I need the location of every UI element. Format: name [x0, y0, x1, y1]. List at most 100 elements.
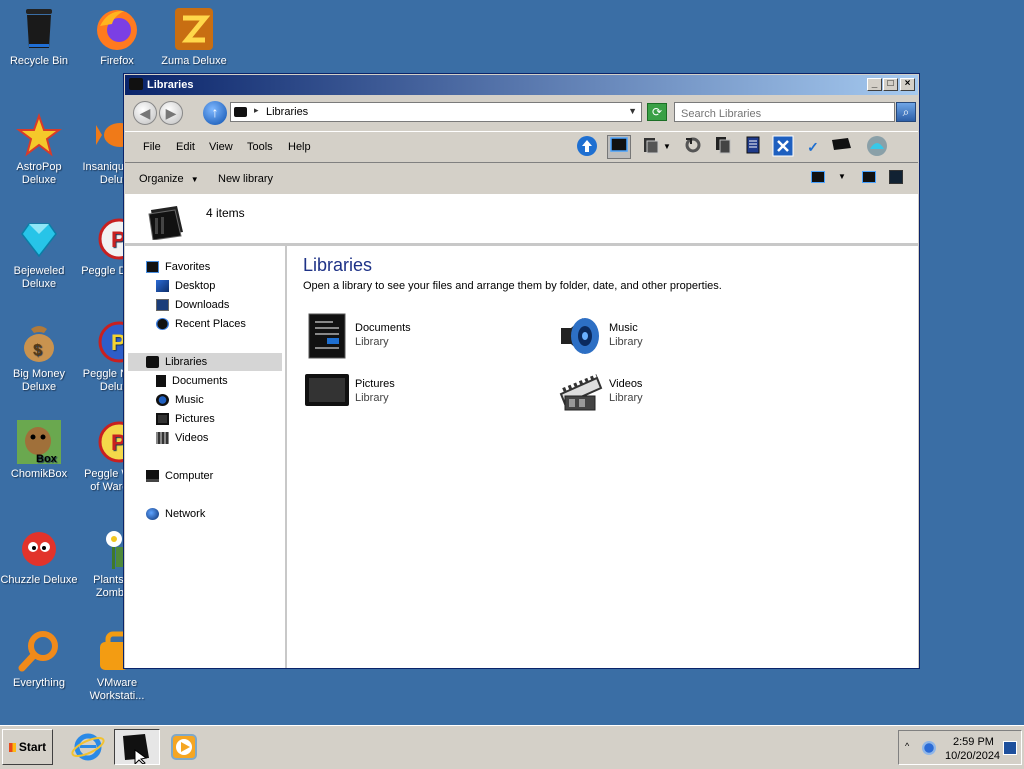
nav-network[interactable]: Network: [146, 505, 205, 523]
start-button[interactable]: Start: [2, 729, 53, 765]
nav-label: Videos: [175, 432, 209, 444]
search-icon[interactable]: ⌕: [896, 102, 916, 122]
close-button[interactable]: ×: [900, 78, 915, 91]
desktop-icon-chuzzle[interactable]: Chuzzle Deluxe: [0, 525, 78, 587]
nav-documents[interactable]: Documents: [156, 372, 228, 390]
up-folder-icon[interactable]: [575, 135, 599, 159]
taskbar-explorer-libraries[interactable]: [114, 729, 160, 766]
desktop-icon-label: AstroPop Deluxe: [16, 161, 62, 186]
nav-music[interactable]: Music: [156, 391, 204, 409]
taskbar-media-player[interactable]: [166, 729, 206, 765]
library-item-pictures[interactable]: Pictures Library: [303, 368, 553, 416]
desktop-icon-bejeweled[interactable]: Bejeweled Deluxe: [0, 216, 78, 291]
desktop-icon-label: Zuma Deluxe: [161, 55, 227, 67]
dropdown-arrow-icon[interactable]: ▼: [661, 135, 673, 159]
refresh-button[interactable]: ⟳: [647, 103, 667, 121]
everything-icon: [16, 628, 62, 674]
downloads-icon: [156, 299, 169, 312]
checkmark-icon[interactable]: ✓: [801, 135, 825, 159]
show-hidden-icons-chevron[interactable]: ^: [905, 741, 909, 751]
nav-favorites[interactable]: Favorites: [146, 258, 210, 276]
details-bar: 4 items: [125, 194, 918, 246]
change-view-icon[interactable]: [811, 171, 825, 183]
chuzzle-icon: [16, 525, 62, 571]
nav-pictures[interactable]: Pictures: [156, 410, 215, 428]
library-type: Library: [355, 392, 389, 404]
libraries-icon: [123, 734, 149, 766]
cut-icon[interactable]: [639, 135, 663, 159]
back-button[interactable]: ◀: [133, 101, 157, 125]
nav-libraries[interactable]: Libraries: [128, 353, 282, 371]
new-library-button[interactable]: New library: [218, 173, 273, 185]
desktop-icon-label: VMware Workstati...: [89, 677, 145, 702]
start-label: Start: [18, 740, 47, 754]
desktop-icon-chomikbox[interactable]: Box ChomikBox: [0, 419, 78, 481]
library-item-videos[interactable]: Videos Library: [557, 368, 807, 416]
copy-icon[interactable]: [711, 135, 735, 159]
nav-videos[interactable]: Videos: [156, 429, 208, 447]
command-bar: Organize ▼ New library ▼: [125, 163, 918, 193]
clock-time[interactable]: 2:59 PM: [953, 736, 994, 748]
star-icon: [146, 261, 159, 274]
menu-edit[interactable]: Edit: [176, 141, 195, 153]
notification-icon[interactable]: [1003, 741, 1017, 755]
libraries-icon: [147, 204, 187, 241]
preview-pane-icon[interactable]: [862, 171, 876, 183]
menu-view[interactable]: View: [209, 141, 233, 153]
network-tray-icon[interactable]: [922, 741, 936, 755]
nav-computer[interactable]: Computer: [146, 467, 213, 485]
videos-library-icon: [557, 368, 605, 414]
shell-icon[interactable]: [865, 135, 889, 159]
desktop-icon-astropop[interactable]: AstroPop Deluxe: [0, 112, 78, 187]
menu-tools[interactable]: Tools: [247, 141, 273, 153]
menu-file[interactable]: File: [143, 141, 161, 153]
properties-icon[interactable]: [829, 135, 853, 159]
organize-button[interactable]: Organize ▼: [139, 173, 199, 185]
chevron-down-icon: ▼: [190, 175, 199, 184]
desktop-icon-firefox[interactable]: Firefox: [78, 6, 156, 68]
network-icon: [146, 508, 159, 521]
minimize-button[interactable]: _: [867, 78, 882, 91]
documents-icon: [156, 375, 166, 388]
library-type: Library: [609, 392, 643, 404]
svg-text:$: $: [33, 342, 42, 359]
view-pane-icon[interactable]: [607, 135, 631, 159]
menu-bar: File Edit View Tools Help ▼ ✓: [125, 131, 918, 163]
forward-button[interactable]: ▶: [159, 101, 183, 125]
sync-icon[interactable]: [681, 135, 705, 159]
desktop-icon-label: Big Money Deluxe: [13, 368, 65, 393]
search-input[interactable]: [674, 102, 895, 122]
address-path[interactable]: Libraries: [266, 106, 308, 118]
zuma-icon: [171, 6, 217, 52]
content-heading: Libraries: [303, 255, 373, 275]
maximize-button[interactable]: □: [883, 78, 898, 91]
documents-library-icon: [303, 312, 351, 359]
nav-downloads[interactable]: Downloads: [156, 296, 229, 314]
help-icon[interactable]: [889, 170, 903, 184]
desktop-icon-recycle-bin[interactable]: Recycle Bin: [0, 6, 78, 68]
view-options-chevron-icon[interactable]: ▼: [838, 172, 846, 181]
menu-help[interactable]: Help: [288, 141, 311, 153]
libraries-icon: [146, 356, 159, 369]
address-dropdown-icon[interactable]: ▼: [628, 106, 637, 116]
breadcrumb-arrow-icon[interactable]: ▸: [254, 105, 259, 116]
explorer-window: Libraries _ □ × ◀ ▶ ↑ ▸ Libraries ▼ ⟳ ⌕ …: [123, 73, 920, 669]
nav-desktop[interactable]: Desktop: [156, 277, 215, 295]
taskbar-internet-explorer[interactable]: [68, 729, 108, 765]
nav-label: Pictures: [175, 413, 215, 425]
window-title: Libraries: [147, 79, 194, 91]
paste-icon[interactable]: [741, 135, 765, 159]
desktop-icon-zuma[interactable]: Zuma Deluxe: [155, 6, 233, 68]
clock-date[interactable]: 10/20/2024: [945, 750, 1000, 762]
library-item-documents[interactable]: Documents Library: [303, 312, 553, 360]
nav-recent-places[interactable]: Recent Places: [156, 315, 246, 333]
recent-places-icon: [156, 318, 169, 331]
delete-icon[interactable]: [771, 135, 795, 159]
address-bar[interactable]: ▸ Libraries ▼: [230, 102, 642, 122]
desktop-icon-everything[interactable]: Everything: [0, 628, 78, 690]
library-type: Library: [609, 336, 643, 348]
library-item-music[interactable]: Music Library: [557, 312, 807, 360]
up-button[interactable]: ↑: [203, 101, 227, 125]
title-bar[interactable]: Libraries _ □ ×: [125, 75, 918, 95]
desktop-icon-big-money[interactable]: $ Big Money Deluxe: [0, 319, 78, 394]
